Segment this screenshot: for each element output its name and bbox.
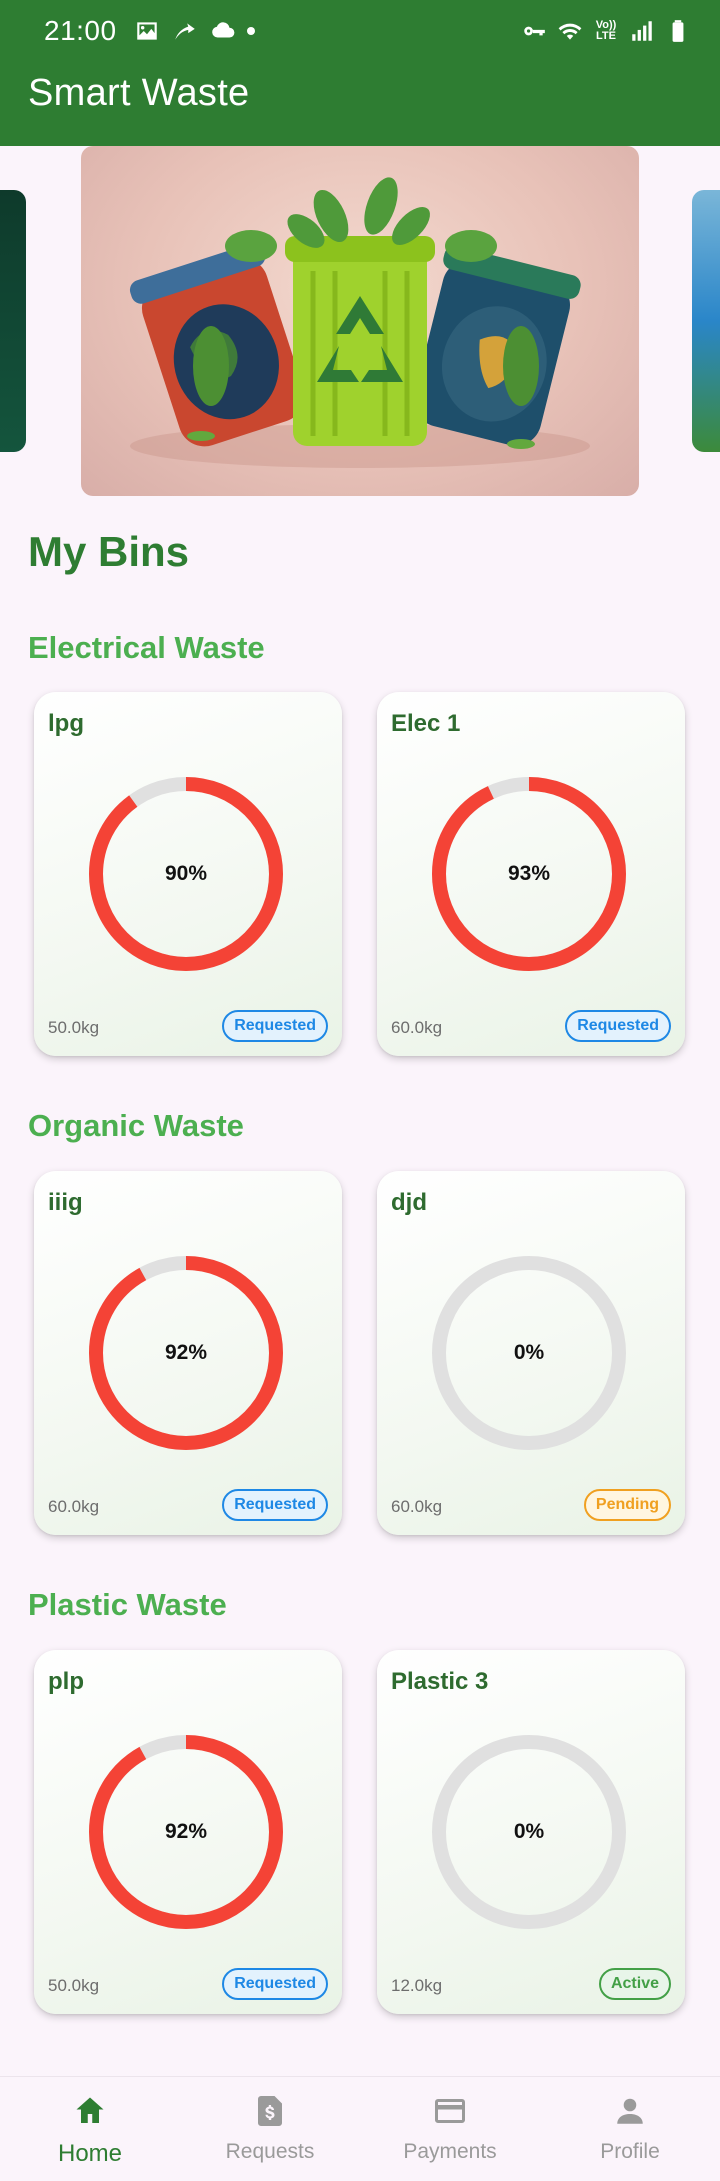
bin-name: Plastic 3 [391, 1668, 489, 1695]
page-title: My Bins [28, 528, 190, 575]
bin-weight: 60.0kg [391, 1497, 443, 1516]
bin-card[interactable]: Elec 1 93% 60.0kg Requested [377, 692, 685, 1056]
status-time: 21:00 [44, 15, 117, 46]
bin-card[interactable]: Plastic 3 0% 12.0kg Active [377, 1650, 685, 2014]
status-badge: Requested [565, 1010, 671, 1042]
volte-icon: Vo)) LTE [592, 17, 620, 45]
gallery-icon [133, 17, 161, 45]
bin-weight: 50.0kg [48, 1976, 100, 1995]
banner-carousel[interactable] [0, 146, 720, 496]
nav-label-profile: Profile [600, 2140, 660, 2163]
fill-percent: 0% [513, 1341, 545, 1364]
nav-label-payments: Payments [403, 2140, 497, 2163]
fill-gauge: 92% [86, 1732, 286, 1932]
nav-label-home: Home [57, 2140, 123, 2167]
nav-label-requests: Requests [225, 2140, 315, 2163]
bin-card[interactable]: lpg 90% 50.0kg Requested [34, 692, 342, 1056]
bin-name: djd [391, 1189, 427, 1216]
vpn-key-icon [520, 17, 548, 45]
fill-percent: 0% [513, 1820, 545, 1843]
person-icon [612, 2093, 648, 2134]
status-right-icons: Vo)) LTE [520, 17, 692, 45]
section-title-plastic: Plastic Waste [28, 1587, 227, 1622]
section-title-electrical: Electrical Waste [28, 630, 265, 665]
status-badge: Requested [222, 1010, 328, 1042]
right-banner[interactable] [692, 190, 720, 452]
bin-weight: 12.0kg [391, 1976, 443, 1995]
volte-bottom-text: LTE [596, 30, 616, 42]
fill-gauge: 92% [86, 1253, 286, 1453]
status-badge: Requested [222, 1489, 328, 1521]
fill-gauge: 0% [429, 1732, 629, 1932]
receipt-dollar-icon [252, 2093, 288, 2134]
status-badge: Requested [222, 1968, 328, 2000]
fill-percent: 93% [507, 862, 551, 885]
nav-profile[interactable]: Profile [540, 2077, 720, 2181]
fill-percent: 92% [164, 1820, 208, 1843]
status-badge: Pending [583, 1489, 671, 1521]
bottom-navigation: Home Requests Payments Profile [0, 2076, 720, 2181]
section-title-organic: Organic Waste [28, 1108, 244, 1143]
home-icon [72, 2093, 108, 2134]
bin-card[interactable]: iiig 92% 60.0kg Requested [34, 1171, 342, 1535]
bin-name: plp [48, 1668, 84, 1695]
bin-weight: 50.0kg [48, 1018, 100, 1037]
fill-percent: 92% [164, 1341, 208, 1364]
battery-icon [664, 17, 692, 45]
fill-gauge: 0% [429, 1253, 629, 1453]
app-title: Smart Waste [28, 72, 250, 114]
left-banner[interactable] [0, 190, 26, 452]
app-header: 21:00 Vo)) LTE Smart Waste [0, 0, 720, 146]
fill-gauge: 90% [86, 774, 286, 974]
status-left-icons [133, 17, 255, 45]
dot-icon [246, 27, 255, 35]
status-badge: Active [598, 1968, 671, 2000]
fill-percent: 90% [164, 862, 208, 885]
bin-name: iiig [48, 1189, 83, 1216]
nav-home[interactable]: Home [0, 2077, 180, 2181]
cast-icon [171, 17, 199, 45]
bin-weight: 60.0kg [391, 1018, 443, 1037]
bin-card[interactable]: djd 0% 60.0kg Pending [377, 1171, 685, 1535]
cloud-icon [209, 17, 237, 45]
nav-payments[interactable]: Payments [360, 2077, 540, 2181]
bin-name: lpg [48, 710, 84, 737]
wifi-icon [556, 17, 584, 45]
bin-name: Elec 1 [391, 710, 461, 737]
signal-icon [628, 17, 656, 45]
bin-card[interactable]: plp 92% 50.0kg Requested [34, 1650, 342, 2014]
credit-card-icon [432, 2093, 468, 2134]
recycling-bins-banner[interactable] [81, 146, 639, 496]
bin-weight: 60.0kg [48, 1497, 100, 1516]
nav-requests[interactable]: Requests [180, 2077, 360, 2181]
fill-gauge: 93% [429, 774, 629, 974]
status-bar: 21:00 Vo)) LTE [0, 0, 720, 62]
